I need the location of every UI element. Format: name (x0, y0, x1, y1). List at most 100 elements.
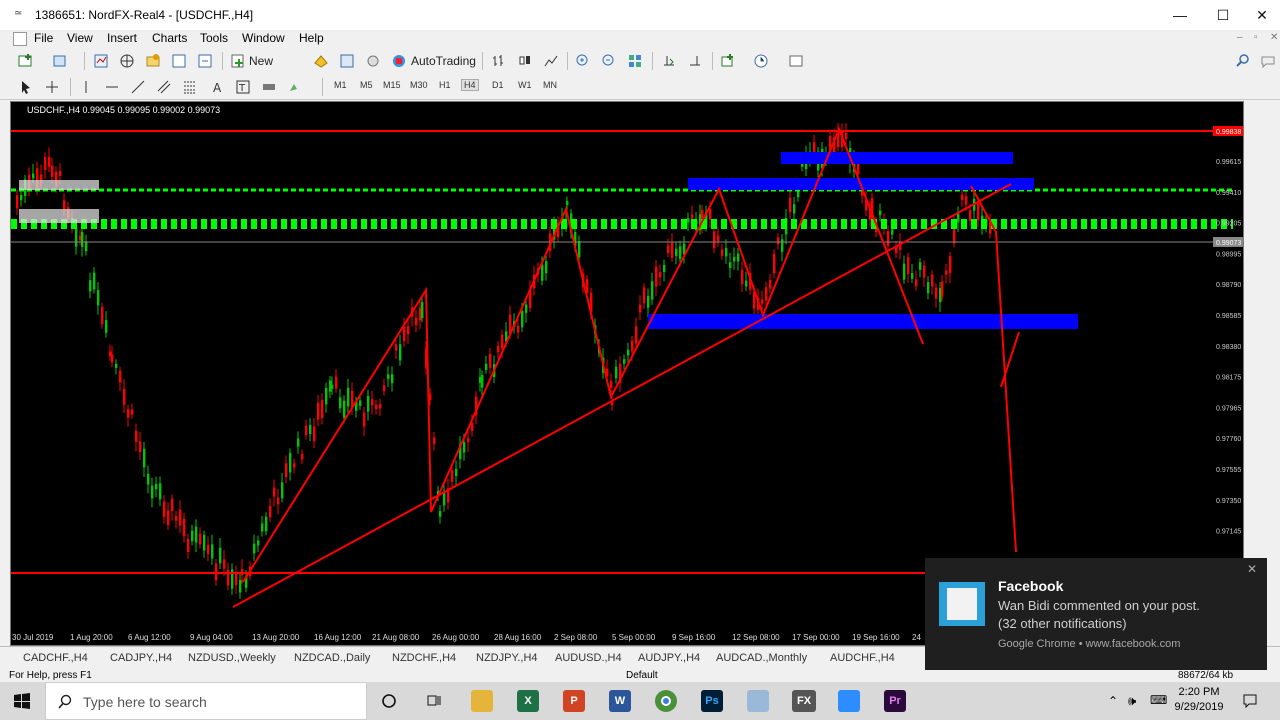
menu-help[interactable]: Help (299, 31, 324, 45)
candlesticks-icon[interactable] (517, 53, 533, 69)
chrome-icon[interactable] (655, 690, 677, 712)
close-button[interactable]: ✕ (1244, 0, 1280, 30)
crosshair-icon[interactable] (44, 79, 60, 95)
menu-file[interactable]: File (34, 31, 53, 45)
taskbar-clock[interactable]: 2:20 PM 9/29/2019 (1166, 685, 1232, 715)
search-icon[interactable] (1235, 53, 1251, 69)
menu-window[interactable]: Window (242, 31, 285, 45)
minimize-button[interactable]: — (1158, 0, 1202, 30)
candle-body (281, 482, 284, 499)
cortana-icon[interactable] (381, 693, 397, 709)
support-zone[interactable] (648, 314, 1078, 329)
auto-scroll-icon[interactable] (661, 53, 677, 69)
timeframe-w1-button[interactable]: W1 (516, 80, 534, 90)
text-label-icon[interactable]: T (235, 79, 251, 95)
text-icon[interactable]: A (209, 79, 225, 95)
candle-body (721, 249, 724, 256)
timeframe-mn-button[interactable]: MN (541, 80, 559, 90)
bar-chart-icon[interactable] (491, 53, 507, 69)
tab-cadjpy[interactable]: CADJPY.,H4 (110, 652, 172, 664)
candle-body (627, 349, 630, 356)
maximize-button[interactable]: ☐ (1201, 0, 1245, 30)
task-view-icon[interactable] (426, 693, 442, 709)
tab-audchf[interactable]: AUDCHF.,H4 (830, 652, 895, 664)
data-window-icon[interactable] (119, 53, 135, 69)
doc-close-button[interactable]: ✕ (1270, 32, 1278, 43)
windows-start-icon[interactable] (14, 693, 30, 709)
metaeditor-icon[interactable] (313, 53, 329, 69)
tab-nzdjpy[interactable]: NZDJPY.,H4 (476, 652, 538, 664)
app-icon[interactable] (747, 690, 769, 712)
candle-body (347, 388, 350, 407)
powerpoint-icon[interactable]: P (563, 690, 585, 712)
zoom-out-icon[interactable] (601, 53, 617, 69)
candle-body (48, 157, 51, 167)
action-center-icon[interactable] (1242, 693, 1258, 709)
horizontal-line-icon[interactable] (104, 79, 120, 95)
taskbar-search-box[interactable]: Type here to search (45, 682, 367, 720)
tab-audcad[interactable]: AUDCAD.,Monthly (716, 652, 807, 664)
indicators-icon[interactable] (720, 53, 736, 69)
tab-nzdusd[interactable]: NZDUSD.,Weekly (188, 652, 276, 664)
network-icon[interactable]: ⌨ (1150, 693, 1167, 707)
facebook-notification[interactable]: Facebook Wan Bidi commented on your post… (925, 558, 1267, 670)
tab-cadchf[interactable]: CADCHF.,H4 (23, 652, 88, 664)
timeframe-d1-button[interactable]: D1 (490, 80, 506, 90)
chart-shift-icon[interactable] (687, 53, 703, 69)
terminal-icon[interactable] (171, 53, 187, 69)
chat-icon[interactable] (1260, 53, 1276, 69)
zoom-icon[interactable] (838, 690, 860, 712)
equidistant-channel-icon[interactable] (156, 79, 172, 95)
tab-audusd[interactable]: AUDUSD.,H4 (555, 652, 622, 664)
menu-charts[interactable]: Charts (152, 31, 187, 45)
timeframe-h1-button[interactable]: H1 (437, 80, 453, 90)
excel-icon[interactable]: X (517, 690, 539, 712)
premiere-icon[interactable]: Pr (884, 690, 906, 712)
menu-tools[interactable]: Tools (200, 31, 228, 45)
file-explorer-icon[interactable] (471, 690, 493, 712)
timeframe-h4-button[interactable]: H4 (461, 79, 479, 91)
navigator-icon[interactable] (145, 53, 161, 69)
shapes-icon[interactable] (287, 79, 303, 95)
tile-windows-icon[interactable] (627, 53, 643, 69)
autotrading-button[interactable]: AutoTrading (391, 52, 477, 70)
arrows-icon[interactable] (261, 79, 277, 95)
market-watch-icon[interactable] (93, 53, 109, 69)
timeframe-m5-button[interactable]: M5 (358, 80, 375, 90)
tab-nzdchf[interactable]: NZDCHF.,H4 (392, 652, 456, 664)
menu-insert[interactable]: Insert (107, 31, 137, 45)
menu-view[interactable]: View (67, 31, 93, 45)
timeframe-m15-button[interactable]: M15 (381, 80, 403, 90)
timeframe-m1-button[interactable]: M1 (332, 80, 349, 90)
periods-icon[interactable] (753, 53, 769, 69)
word-icon[interactable]: W (609, 690, 631, 712)
metatrader-app-icon: ≃ (14, 8, 23, 19)
candle-body (765, 287, 768, 301)
fibonacci-icon[interactable] (182, 79, 198, 95)
metatrader-taskbar-icon[interactable]: FX (792, 690, 816, 712)
options-icon[interactable] (365, 53, 381, 69)
new-order-button[interactable]: New Order (230, 52, 306, 86)
photoshop-icon[interactable]: Ps (701, 690, 723, 712)
notification-close-button[interactable]: ✕ (1247, 562, 1257, 576)
line-chart-icon[interactable] (543, 53, 559, 69)
resistance-zone-top[interactable] (781, 152, 1013, 164)
tab-nzdcad[interactable]: NZDCAD.,Daily (294, 652, 370, 664)
chart-window-icon[interactable] (13, 32, 27, 46)
tray-chevron-icon[interactable]: ⌃ (1108, 694, 1118, 708)
trendline-icon[interactable] (130, 79, 146, 95)
history-center-icon[interactable] (339, 53, 355, 69)
new-chart-icon[interactable] (18, 53, 34, 69)
timeframe-m30-button[interactable]: M30 (408, 80, 430, 90)
profiles-icon[interactable] (52, 53, 68, 69)
volume-icon[interactable]: 🕪 (1128, 693, 1136, 709)
vertical-line-icon[interactable] (78, 79, 94, 95)
doc-minimize-button[interactable]: – (1237, 32, 1243, 43)
templates-icon[interactable] (788, 53, 804, 69)
zoom-in-icon[interactable] (575, 53, 591, 69)
candle-body (651, 281, 654, 300)
strategy-tester-icon[interactable] (197, 53, 213, 69)
cursor-icon[interactable] (18, 79, 34, 95)
doc-restore-button[interactable]: ▫ (1254, 32, 1258, 43)
tab-audjpy[interactable]: AUDJPY.,H4 (638, 652, 700, 664)
